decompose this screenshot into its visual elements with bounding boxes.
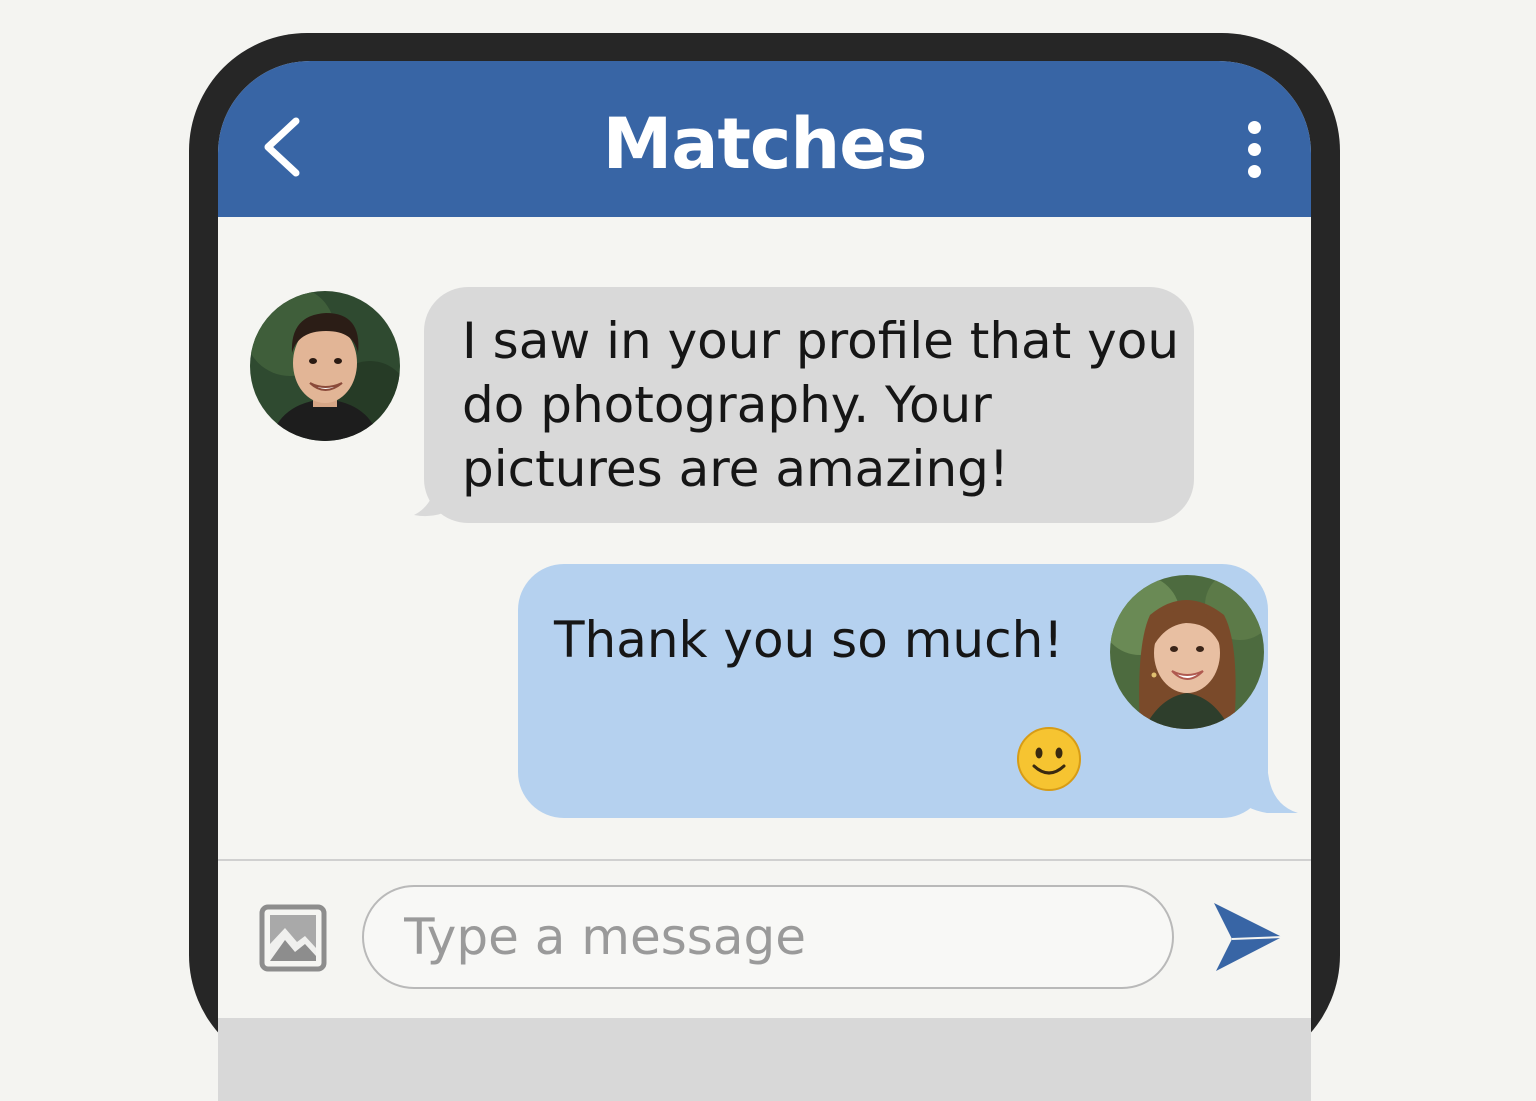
incoming-message-text: I saw in your profile that you do photog…: [462, 312, 1180, 498]
phone-frame: Matches I saw in your profile that you d…: [189, 33, 1340, 1101]
composer-divider: [218, 859, 1311, 861]
app-header: Matches: [218, 61, 1311, 217]
attach-image-button[interactable]: [259, 904, 327, 972]
image-icon: [259, 904, 327, 972]
outgoing-message-text: Thank you so much!: [554, 611, 1064, 669]
match-avatar[interactable]: [250, 291, 400, 441]
chat-screen: Matches I saw in your profile that you d…: [218, 61, 1311, 1101]
bottom-bar: [218, 1018, 1311, 1101]
send-button[interactable]: [1210, 899, 1286, 975]
message-input[interactable]: [362, 885, 1174, 989]
more-options-button[interactable]: [1241, 119, 1269, 181]
send-icon: [1214, 903, 1283, 971]
incoming-message-bubble: I saw in your profile that you do photog…: [424, 287, 1194, 523]
page-title: Matches: [602, 103, 928, 185]
smiling-face-emoji-icon: [1017, 727, 1081, 791]
my-avatar[interactable]: [1110, 575, 1264, 729]
